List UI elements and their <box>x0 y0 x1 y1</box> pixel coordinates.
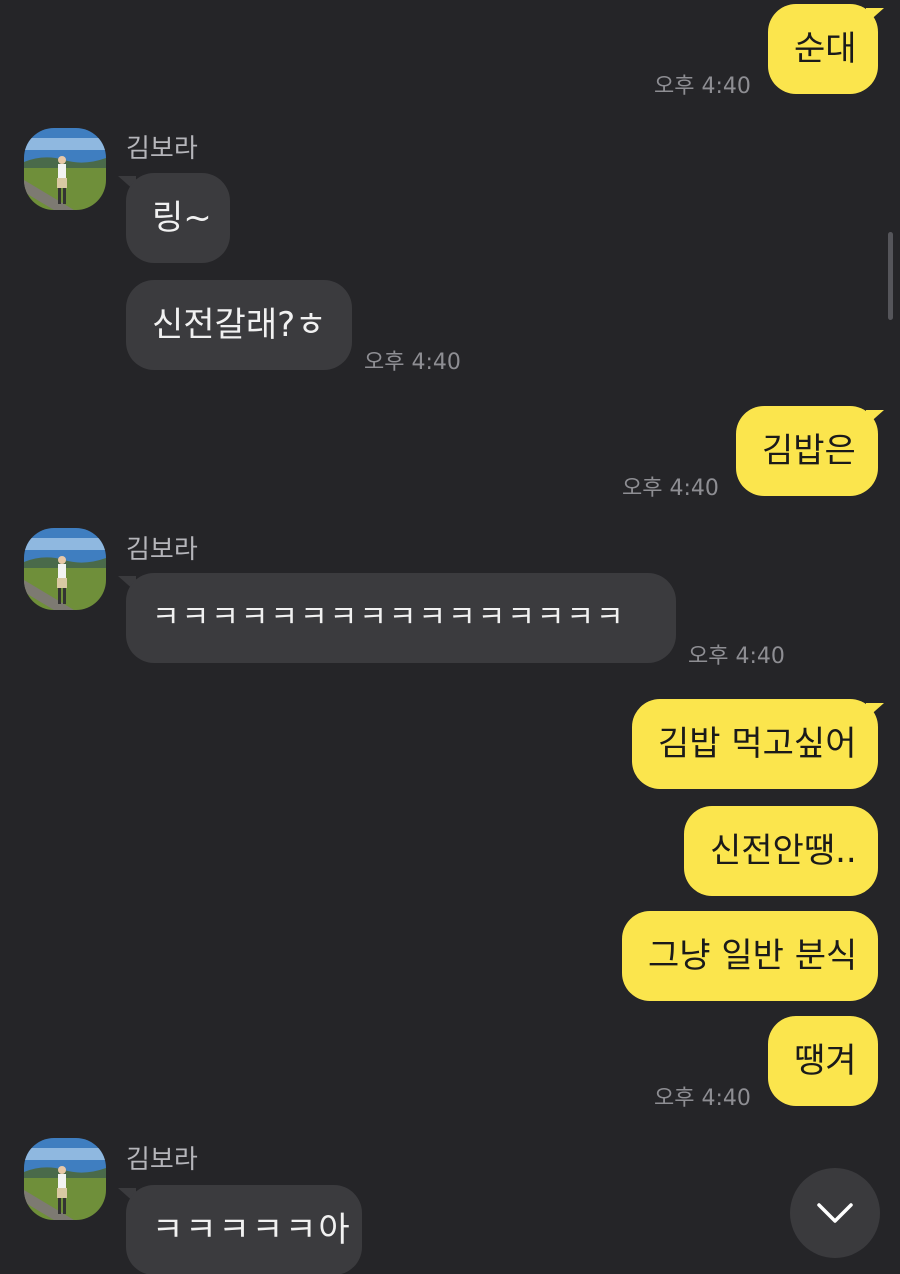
message-timestamp: 오후 4:40 <box>622 476 719 501</box>
my-message-bubble[interactable]: 땡겨 <box>768 1016 878 1106</box>
chevron-down-icon <box>817 1203 853 1223</box>
scrollbar[interactable] <box>888 232 893 320</box>
other-message-bubble[interactable]: ㅋㅋㅋㅋㅋ아 <box>126 1185 362 1274</box>
sender-name: 김보라 <box>126 134 198 164</box>
message-timestamp: 오후 4:40 <box>364 350 461 375</box>
message-timestamp: 오후 4:40 <box>654 74 751 99</box>
my-bubble-tail <box>866 703 884 719</box>
my-message-bubble[interactable]: 신전안땡.. <box>684 806 878 896</box>
other-message-bubble[interactable]: 신전갈래?ㅎ <box>126 280 352 370</box>
avatar[interactable] <box>24 528 106 610</box>
message-timestamp: 오후 4:40 <box>654 1086 751 1111</box>
chat-screen: 순대 오후 4:40 김보라 링~ 신전갈래?ㅎ 오후 4:40 김밥은 오후 … <box>0 0 900 1274</box>
other-message-bubble[interactable]: 링~ <box>126 173 230 263</box>
my-message-bubble[interactable]: 순대 <box>768 4 878 94</box>
my-bubble-tail <box>866 8 884 24</box>
my-message-bubble[interactable]: 그냥 일반 분식 <box>622 911 878 1001</box>
sender-name: 김보라 <box>126 1145 198 1175</box>
message-timestamp: 오후 4:40 <box>688 644 785 669</box>
avatar[interactable] <box>24 1138 106 1220</box>
my-message-bubble[interactable]: 김밥은 <box>736 406 878 496</box>
profile-photo-icon <box>24 128 106 210</box>
my-bubble-tail <box>866 410 884 426</box>
scroll-to-bottom-button[interactable] <box>790 1168 880 1258</box>
profile-photo-icon <box>24 528 106 610</box>
sender-name: 김보라 <box>126 535 198 565</box>
other-message-bubble[interactable]: ㅋㅋㅋㅋㅋㅋㅋㅋㅋㅋㅋㅋㅋㅋㅋㅋ <box>126 573 676 663</box>
my-message-bubble[interactable]: 김밥 먹고싶어 <box>632 699 878 789</box>
profile-photo-icon <box>24 1138 106 1220</box>
avatar[interactable] <box>24 128 106 210</box>
